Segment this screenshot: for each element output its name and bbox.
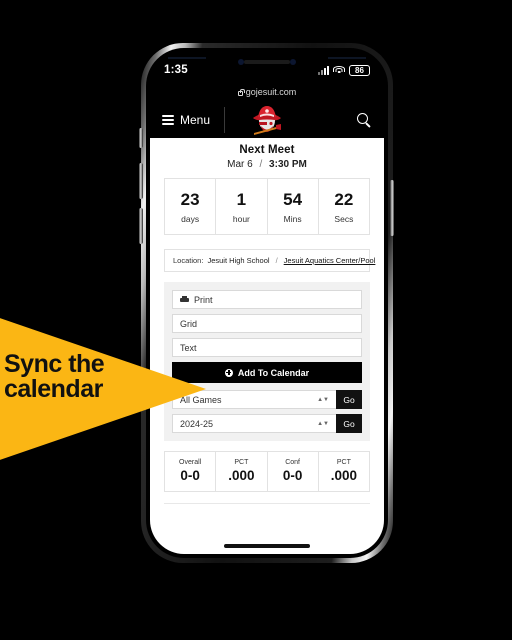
countdown-value: 1 bbox=[236, 190, 247, 209]
next-meet-separator: / bbox=[259, 159, 263, 170]
countdown-label: Mins bbox=[283, 214, 302, 224]
status-bar-indicators: 86 bbox=[318, 64, 370, 76]
season-filter-go-button[interactable]: Go bbox=[336, 414, 362, 433]
stat-label: PCT bbox=[336, 459, 351, 466]
location-separator: / bbox=[275, 256, 278, 265]
plus-circle-icon bbox=[224, 368, 233, 377]
screenshot-stage: 1:35 86 gojesuit.com Menu Next Meet Mar … bbox=[0, 0, 512, 640]
stat-cell-conf-pct: PCT .000 bbox=[319, 452, 369, 491]
countdown-label: hour bbox=[232, 214, 250, 224]
power-button[interactable] bbox=[390, 180, 394, 236]
stat-value: 0-0 bbox=[282, 468, 303, 483]
callout-text: Sync the calendar bbox=[4, 352, 154, 402]
battery-indicator: 86 bbox=[349, 64, 370, 76]
print-label: Print bbox=[194, 294, 213, 305]
countdown-cell-minutes: 54 Mins bbox=[268, 179, 319, 234]
stat-value: .000 bbox=[228, 468, 255, 483]
location-label: Location: bbox=[173, 256, 204, 265]
content-divider bbox=[164, 492, 370, 504]
stat-value: 0-0 bbox=[180, 468, 200, 483]
stat-cell-overall-pct: PCT .000 bbox=[216, 452, 268, 491]
browser-url-bar[interactable]: gojesuit.com bbox=[150, 82, 384, 102]
stat-cell-conf: Conf 0-0 bbox=[268, 452, 319, 491]
countdown-timer: 23 days 1 hour 54 Mins 22 Secs bbox=[164, 178, 370, 235]
countdown-label: days bbox=[181, 214, 200, 224]
countdown-cell-seconds: 22 Secs bbox=[319, 179, 369, 234]
countdown-value: 23 bbox=[180, 190, 200, 209]
stepper-updown-icon: ▲▼ bbox=[317, 396, 329, 403]
volume-down-button[interactable] bbox=[139, 208, 143, 244]
stat-label: PCT bbox=[234, 459, 249, 466]
printer-icon bbox=[180, 296, 189, 303]
location-bar: Location: Jesuit High School / Jesuit Aq… bbox=[164, 249, 375, 272]
stepper-updown-icon: ▲▼ bbox=[317, 420, 329, 427]
search-icon[interactable] bbox=[356, 112, 372, 128]
callout-line-2: calendar bbox=[4, 375, 103, 403]
menu-button[interactable]: Menu bbox=[162, 107, 226, 133]
home-indicator[interactable] bbox=[224, 544, 310, 548]
add-to-calendar-label: Add To Calendar bbox=[237, 367, 310, 378]
hamburger-icon bbox=[162, 115, 174, 125]
countdown-cell-hours: 1 hour bbox=[216, 179, 268, 234]
callout-line-1: Sync the bbox=[4, 350, 105, 378]
site-header: Menu bbox=[150, 102, 384, 138]
next-meet-date: Mar 6 bbox=[227, 159, 253, 170]
stat-value: .000 bbox=[330, 468, 358, 483]
print-button[interactable]: Print bbox=[172, 290, 362, 309]
games-filter-go-button[interactable]: Go bbox=[336, 390, 362, 409]
sync-calendar-callout: Sync the calendar bbox=[0, 316, 206, 462]
jesuit-marauders-logo[interactable] bbox=[250, 104, 284, 136]
silent-switch-button[interactable] bbox=[139, 128, 143, 148]
volume-up-button[interactable] bbox=[139, 163, 143, 199]
stat-label: Conf bbox=[285, 459, 301, 466]
lock-icon bbox=[237, 88, 245, 96]
status-bar: 1:35 86 bbox=[150, 52, 384, 82]
next-meet-datetime: Mar 6 / 3:30 PM bbox=[150, 156, 384, 178]
status-bar-time: 1:35 bbox=[164, 64, 188, 76]
countdown-value: 54 bbox=[283, 190, 303, 209]
page-title: Next Meet bbox=[239, 144, 295, 156]
phone-screen: 1:35 86 gojesuit.com Menu Next Meet Mar … bbox=[150, 52, 384, 554]
next-meet-time: 3:30 PM bbox=[269, 159, 307, 170]
location-venue-link[interactable]: Jesuit Aquatics Center/Pool bbox=[284, 256, 376, 265]
countdown-label: Secs bbox=[334, 214, 354, 224]
countdown-cell-days: 23 days bbox=[165, 179, 217, 234]
cellular-bars-icon bbox=[318, 65, 329, 75]
countdown-value: 22 bbox=[334, 190, 354, 209]
menu-label: Menu bbox=[180, 113, 211, 127]
wifi-icon bbox=[333, 65, 345, 75]
url-text: gojesuit.com bbox=[245, 87, 297, 97]
location-venue: Jesuit High School bbox=[207, 256, 270, 265]
